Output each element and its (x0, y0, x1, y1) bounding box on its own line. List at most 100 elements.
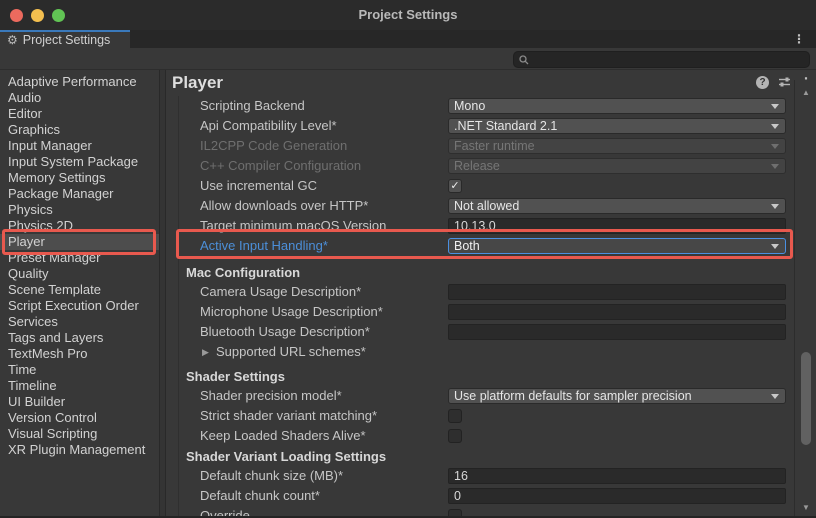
dropdown-value: Use platform defaults for sampler precis… (454, 389, 692, 403)
setting-label: Api Compatibility Level* (200, 116, 337, 136)
setting-label: Bluetooth Usage Description* (200, 322, 370, 342)
setting-label: Keep Loaded Shaders Alive* (200, 426, 366, 446)
settings-panel: Player ? ⋮ Scripting Backend Mono Api C (166, 70, 794, 518)
incremental-gc-checkbox[interactable]: ✓ (448, 179, 462, 193)
setting-row-active-input-handling: Active Input Handling* Both (166, 236, 794, 256)
chevron-down-icon (771, 104, 779, 109)
search-icon (519, 55, 529, 65)
setting-row-il2cpp-codegen: IL2CPP Code Generation Faster runtime (166, 136, 794, 156)
window-title: Project Settings (0, 7, 816, 22)
tab-project-settings[interactable]: ⚙ Project Settings (0, 30, 130, 48)
http-downloads-dropdown[interactable]: Not allowed (448, 198, 786, 214)
sidebar-item-physics-2d[interactable]: Physics 2D (0, 218, 159, 234)
section-header-mac-configuration: Mac Configuration (166, 264, 794, 282)
chevron-down-icon (771, 204, 779, 209)
search-input[interactable] (513, 51, 810, 68)
setting-row-default-chunk-count: Default chunk count* 0 (166, 486, 794, 506)
setting-row-camera-usage: Camera Usage Description* (166, 282, 794, 302)
section-header-shader-variant-loading: Shader Variant Loading Settings (166, 448, 794, 466)
sidebar-item-tags-and-layers[interactable]: Tags and Layers (0, 330, 159, 346)
sidebar-item-xr-plugin-management[interactable]: XR Plugin Management (0, 442, 159, 458)
tab-kebab-menu-icon[interactable]: ⋮ (793, 32, 805, 46)
sidebar-item-editor[interactable]: Editor (0, 106, 159, 122)
section-header-shader-settings: Shader Settings (166, 368, 794, 386)
project-settings-window: Project Settings ⚙ Project Settings ⋮ Ad… (0, 0, 816, 518)
bluetooth-usage-field[interactable] (448, 324, 786, 340)
scrollbar-thumb[interactable] (801, 352, 811, 445)
sidebar-item-services[interactable]: Services (0, 314, 159, 330)
scroll-up-icon[interactable]: ▲ (795, 88, 816, 97)
active-input-handling-dropdown[interactable]: Both (448, 238, 786, 254)
sidebar-item-player[interactable]: Player (0, 234, 159, 250)
scroll-down-icon[interactable]: ▼ (795, 503, 816, 512)
sidebar-item-graphics[interactable]: Graphics (0, 122, 159, 138)
chevron-down-icon (771, 124, 779, 129)
setting-row-bluetooth-usage: Bluetooth Usage Description* (166, 322, 794, 342)
scripting-backend-dropdown[interactable]: Mono (448, 98, 786, 114)
sidebar-item-preset-manager[interactable]: Preset Manager (0, 250, 159, 266)
setting-label: Microphone Usage Description* (200, 302, 383, 322)
default-chunk-size-field[interactable]: 16 (448, 468, 786, 484)
chevron-down-icon (771, 394, 779, 399)
sidebar-item-adaptive-performance[interactable]: Adaptive Performance (0, 74, 159, 90)
tab-label: Project Settings (23, 33, 111, 47)
strict-variant-matching-checkbox[interactable] (448, 409, 462, 423)
default-chunk-count-field[interactable]: 0 (448, 488, 786, 504)
camera-usage-field[interactable] (448, 284, 786, 300)
setting-label: Supported URL schemes* (216, 342, 366, 362)
setting-row-http-downloads: Allow downloads over HTTP* Not allowed (166, 196, 794, 216)
sidebar-item-textmesh-pro[interactable]: TextMesh Pro (0, 346, 159, 362)
setting-row-shader-precision: Shader precision model* Use platform def… (166, 386, 794, 406)
setting-row-default-chunk-size: Default chunk size (MB)* 16 (166, 466, 794, 486)
setting-label: Target minimum macOS Version (200, 216, 386, 236)
chevron-down-icon (771, 164, 779, 169)
setting-row-keep-shaders-alive: Keep Loaded Shaders Alive* (166, 426, 794, 446)
sidebar-item-ui-builder[interactable]: UI Builder (0, 394, 159, 410)
sidebar-item-input-system-package[interactable]: Input System Package (0, 154, 159, 170)
setting-row-incremental-gc: Use incremental GC ✓ (166, 176, 794, 196)
vertical-scrollbar[interactable]: ▲ ▼ (794, 80, 816, 518)
titlebar: Project Settings (0, 0, 816, 30)
help-icon[interactable]: ? (756, 76, 769, 89)
dropdown-value: Faster runtime (454, 139, 535, 153)
keep-shaders-alive-checkbox[interactable] (448, 429, 462, 443)
setting-label: Default chunk size (MB)* (200, 466, 343, 486)
tab-bar: ⚙ Project Settings ⋮ (0, 30, 816, 48)
sidebar-item-script-execution-order[interactable]: Script Execution Order (0, 298, 159, 314)
page-title: Player (172, 73, 223, 93)
sidebar-item-audio[interactable]: Audio (0, 90, 159, 106)
setting-row-supported-url-schemes[interactable]: ▶ Supported URL schemes* (166, 342, 794, 362)
setting-row-scripting-backend: Scripting Backend Mono (166, 96, 794, 116)
sidebar-item-version-control[interactable]: Version Control (0, 410, 159, 426)
sidebar-item-scene-template[interactable]: Scene Template (0, 282, 159, 298)
settings-rows: Scripting Backend Mono Api Compatibility… (166, 96, 794, 518)
sidebar-item-package-manager[interactable]: Package Manager (0, 186, 159, 202)
chevron-down-icon (771, 244, 779, 249)
dropdown-value: Mono (454, 99, 485, 113)
api-compatibility-dropdown[interactable]: .NET Standard 2.1 (448, 118, 786, 134)
sidebar-item-quality[interactable]: Quality (0, 266, 159, 282)
dropdown-value: Not allowed (454, 199, 519, 213)
min-macos-version-field[interactable]: 10.13.0 (448, 218, 786, 234)
foldout-arrow-icon[interactable]: ▶ (202, 342, 209, 362)
il2cpp-codegen-dropdown: Faster runtime (448, 138, 786, 154)
dropdown-value: .NET Standard 2.1 (454, 119, 557, 133)
chevron-down-icon (771, 144, 779, 149)
sidebar-item-timeline[interactable]: Timeline (0, 378, 159, 394)
dropdown-value: Release (454, 159, 500, 173)
setting-row-strict-variant-matching: Strict shader variant matching* (166, 406, 794, 426)
shader-precision-dropdown[interactable]: Use platform defaults for sampler precis… (448, 388, 786, 404)
sidebar-item-time[interactable]: Time (0, 362, 159, 378)
setting-label: Allow downloads over HTTP* (200, 196, 368, 216)
sidebar-item-visual-scripting[interactable]: Visual Scripting (0, 426, 159, 442)
preset-icon[interactable] (778, 76, 791, 88)
setting-row-min-macos-version: Target minimum macOS Version 10.13.0 (166, 216, 794, 236)
setting-row-cpp-compiler: C++ Compiler Configuration Release (166, 156, 794, 176)
setting-label: C++ Compiler Configuration (200, 156, 361, 176)
setting-label: Strict shader variant matching* (200, 406, 377, 426)
sidebar-item-physics[interactable]: Physics (0, 202, 159, 218)
sidebar-item-memory-settings[interactable]: Memory Settings (0, 170, 159, 186)
sidebar-item-input-manager[interactable]: Input Manager (0, 138, 159, 154)
microphone-usage-field[interactable] (448, 304, 786, 320)
setting-label: Shader precision model* (200, 386, 342, 406)
